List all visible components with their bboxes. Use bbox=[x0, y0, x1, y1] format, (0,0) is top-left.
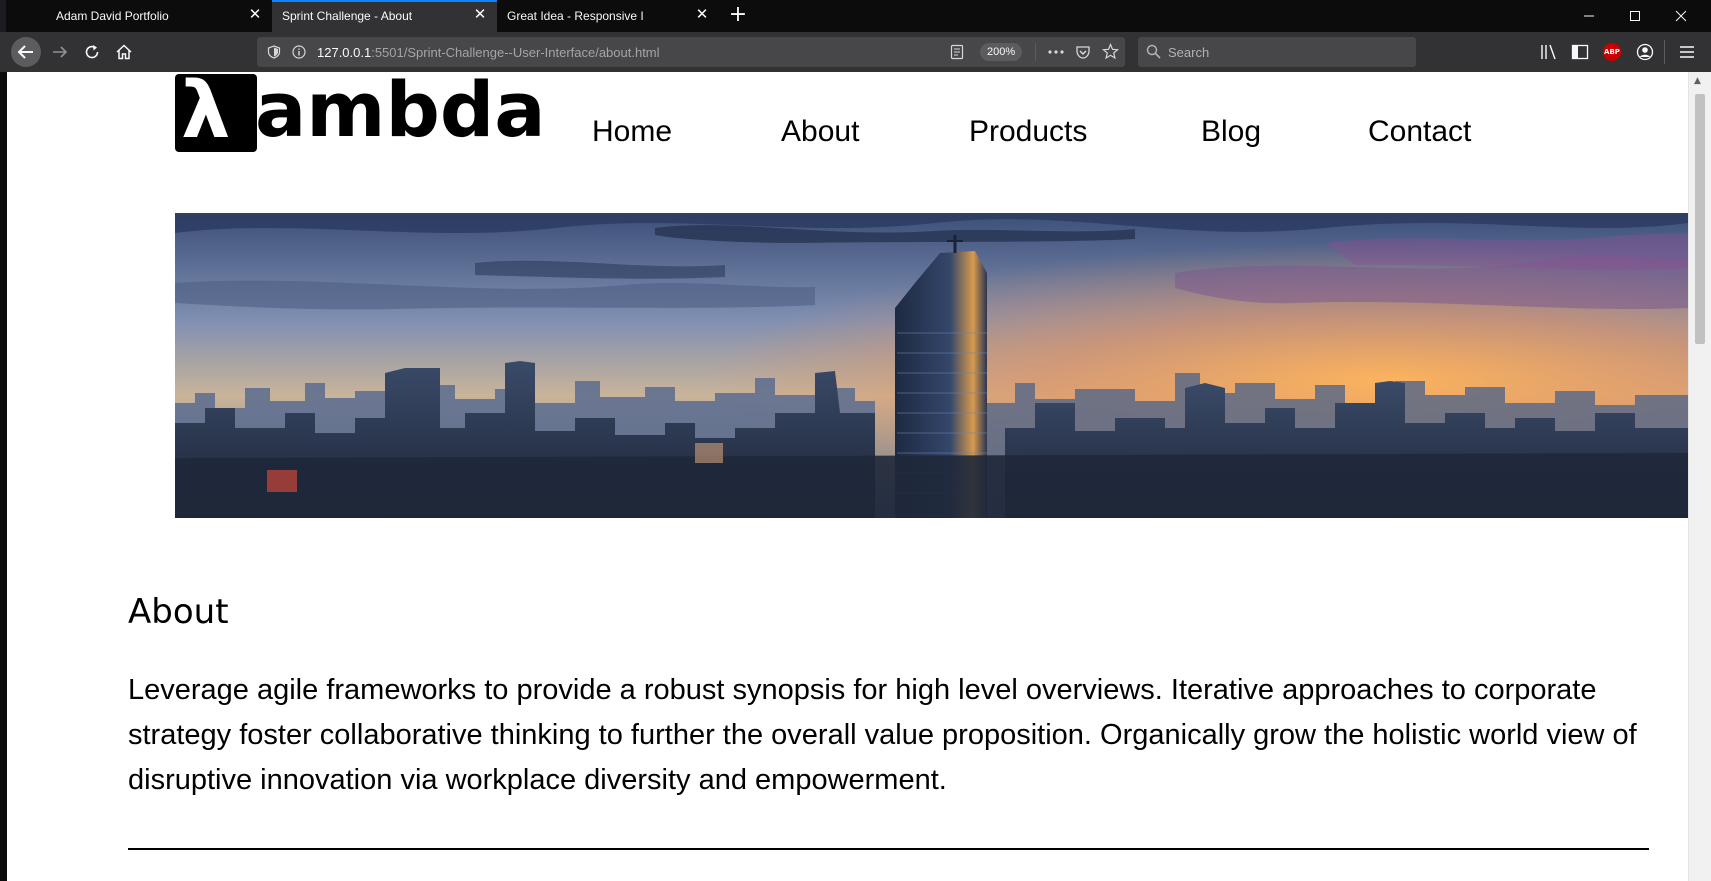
maximize-icon bbox=[1630, 11, 1640, 21]
reload-button[interactable] bbox=[76, 36, 108, 68]
reader-view-icon[interactable] bbox=[949, 44, 965, 60]
minimize-button[interactable] bbox=[1566, 0, 1612, 32]
page-viewport: λ ambda Home About Products Blog Contact bbox=[7, 72, 1688, 881]
toolbar-separator bbox=[1664, 40, 1665, 64]
main-nav: Home About Products Blog Contact bbox=[7, 112, 1688, 152]
adblock-plus-icon[interactable]: ABP bbox=[1603, 43, 1621, 61]
close-icon[interactable]: ✕ bbox=[471, 6, 489, 24]
tab-great-idea[interactable]: Great Idea - Responsive I ✕ bbox=[497, 0, 719, 32]
hamburger-menu-icon[interactable] bbox=[1679, 45, 1695, 59]
maximize-button[interactable] bbox=[1612, 0, 1658, 32]
url-path: :5501/Sprint-Challenge--User-Interface/a… bbox=[371, 45, 660, 60]
minimize-icon bbox=[1584, 15, 1594, 17]
city-skyline-illustration bbox=[175, 213, 1688, 518]
section-divider bbox=[128, 848, 1649, 850]
sidebar-icon[interactable] bbox=[1571, 44, 1589, 60]
home-button[interactable] bbox=[108, 36, 140, 68]
home-icon bbox=[116, 44, 132, 60]
close-icon[interactable]: ✕ bbox=[693, 6, 711, 24]
zoom-level-button[interactable]: 200% bbox=[980, 43, 1023, 61]
about-paragraph: Leverage agile frameworks to provide a r… bbox=[128, 674, 1637, 796]
search-bar[interactable]: Search bbox=[1138, 37, 1416, 67]
close-window-button[interactable] bbox=[1658, 0, 1704, 32]
scroll-up-arrow-icon[interactable]: ▲ bbox=[1694, 76, 1701, 86]
tab-strip-edge bbox=[0, 0, 6, 32]
url-host: 127.0.0.1 bbox=[317, 45, 372, 60]
search-icon bbox=[1146, 44, 1161, 59]
tab-title: Adam David Portfolio bbox=[56, 9, 169, 23]
account-icon[interactable] bbox=[1636, 43, 1654, 61]
forward-button[interactable] bbox=[44, 36, 76, 68]
back-button[interactable] bbox=[10, 36, 42, 68]
new-tab-button[interactable]: + bbox=[726, 4, 750, 28]
bookmark-star-icon[interactable] bbox=[1102, 43, 1119, 60]
back-arrow-icon bbox=[11, 37, 41, 67]
close-icon[interactable]: ✕ bbox=[246, 6, 264, 24]
nav-blog-link[interactable]: Blog bbox=[1201, 112, 1261, 152]
search-placeholder: Search bbox=[1168, 45, 1210, 60]
more-actions-icon[interactable] bbox=[1047, 44, 1065, 60]
close-icon bbox=[1675, 10, 1687, 22]
nav-contact-link[interactable]: Contact bbox=[1368, 112, 1471, 152]
navigation-toolbar: 127.0.0.1:5501/Sprint-Challenge--User-In… bbox=[0, 32, 1711, 72]
nav-home-link[interactable]: Home bbox=[592, 112, 672, 152]
tab-about[interactable]: Sprint Challenge - About ✕ bbox=[272, 0, 497, 32]
urlbar-separator bbox=[1035, 43, 1036, 61]
pocket-icon[interactable] bbox=[1075, 44, 1091, 60]
tab-title: Sprint Challenge - About bbox=[282, 9, 413, 23]
url-bar[interactable]: 127.0.0.1:5501/Sprint-Challenge--User-In… bbox=[257, 37, 1125, 67]
library-icon[interactable] bbox=[1540, 44, 1558, 60]
nav-about-link[interactable]: About bbox=[781, 112, 859, 152]
tab-title: Great Idea - Responsive I bbox=[507, 9, 644, 23]
tab-strip: Adam David Portfolio ✕ Sprint Challenge … bbox=[0, 0, 1711, 32]
scrollbar-thumb[interactable] bbox=[1695, 94, 1705, 344]
nav-products-link[interactable]: Products bbox=[969, 112, 1087, 152]
page-scrollbar[interactable]: ▲ bbox=[1688, 72, 1711, 881]
tab-portfolio[interactable]: Adam David Portfolio ✕ bbox=[46, 0, 272, 32]
about-heading: About bbox=[128, 592, 229, 632]
reload-icon bbox=[85, 45, 99, 59]
forward-arrow-icon bbox=[53, 46, 68, 58]
hero-city-skyline-image bbox=[175, 213, 1688, 518]
url-text[interactable]: 127.0.0.1:5501/Sprint-Challenge--User-In… bbox=[317, 45, 660, 60]
tracking-shield-icon[interactable] bbox=[267, 45, 281, 59]
site-info-icon[interactable] bbox=[292, 45, 306, 59]
